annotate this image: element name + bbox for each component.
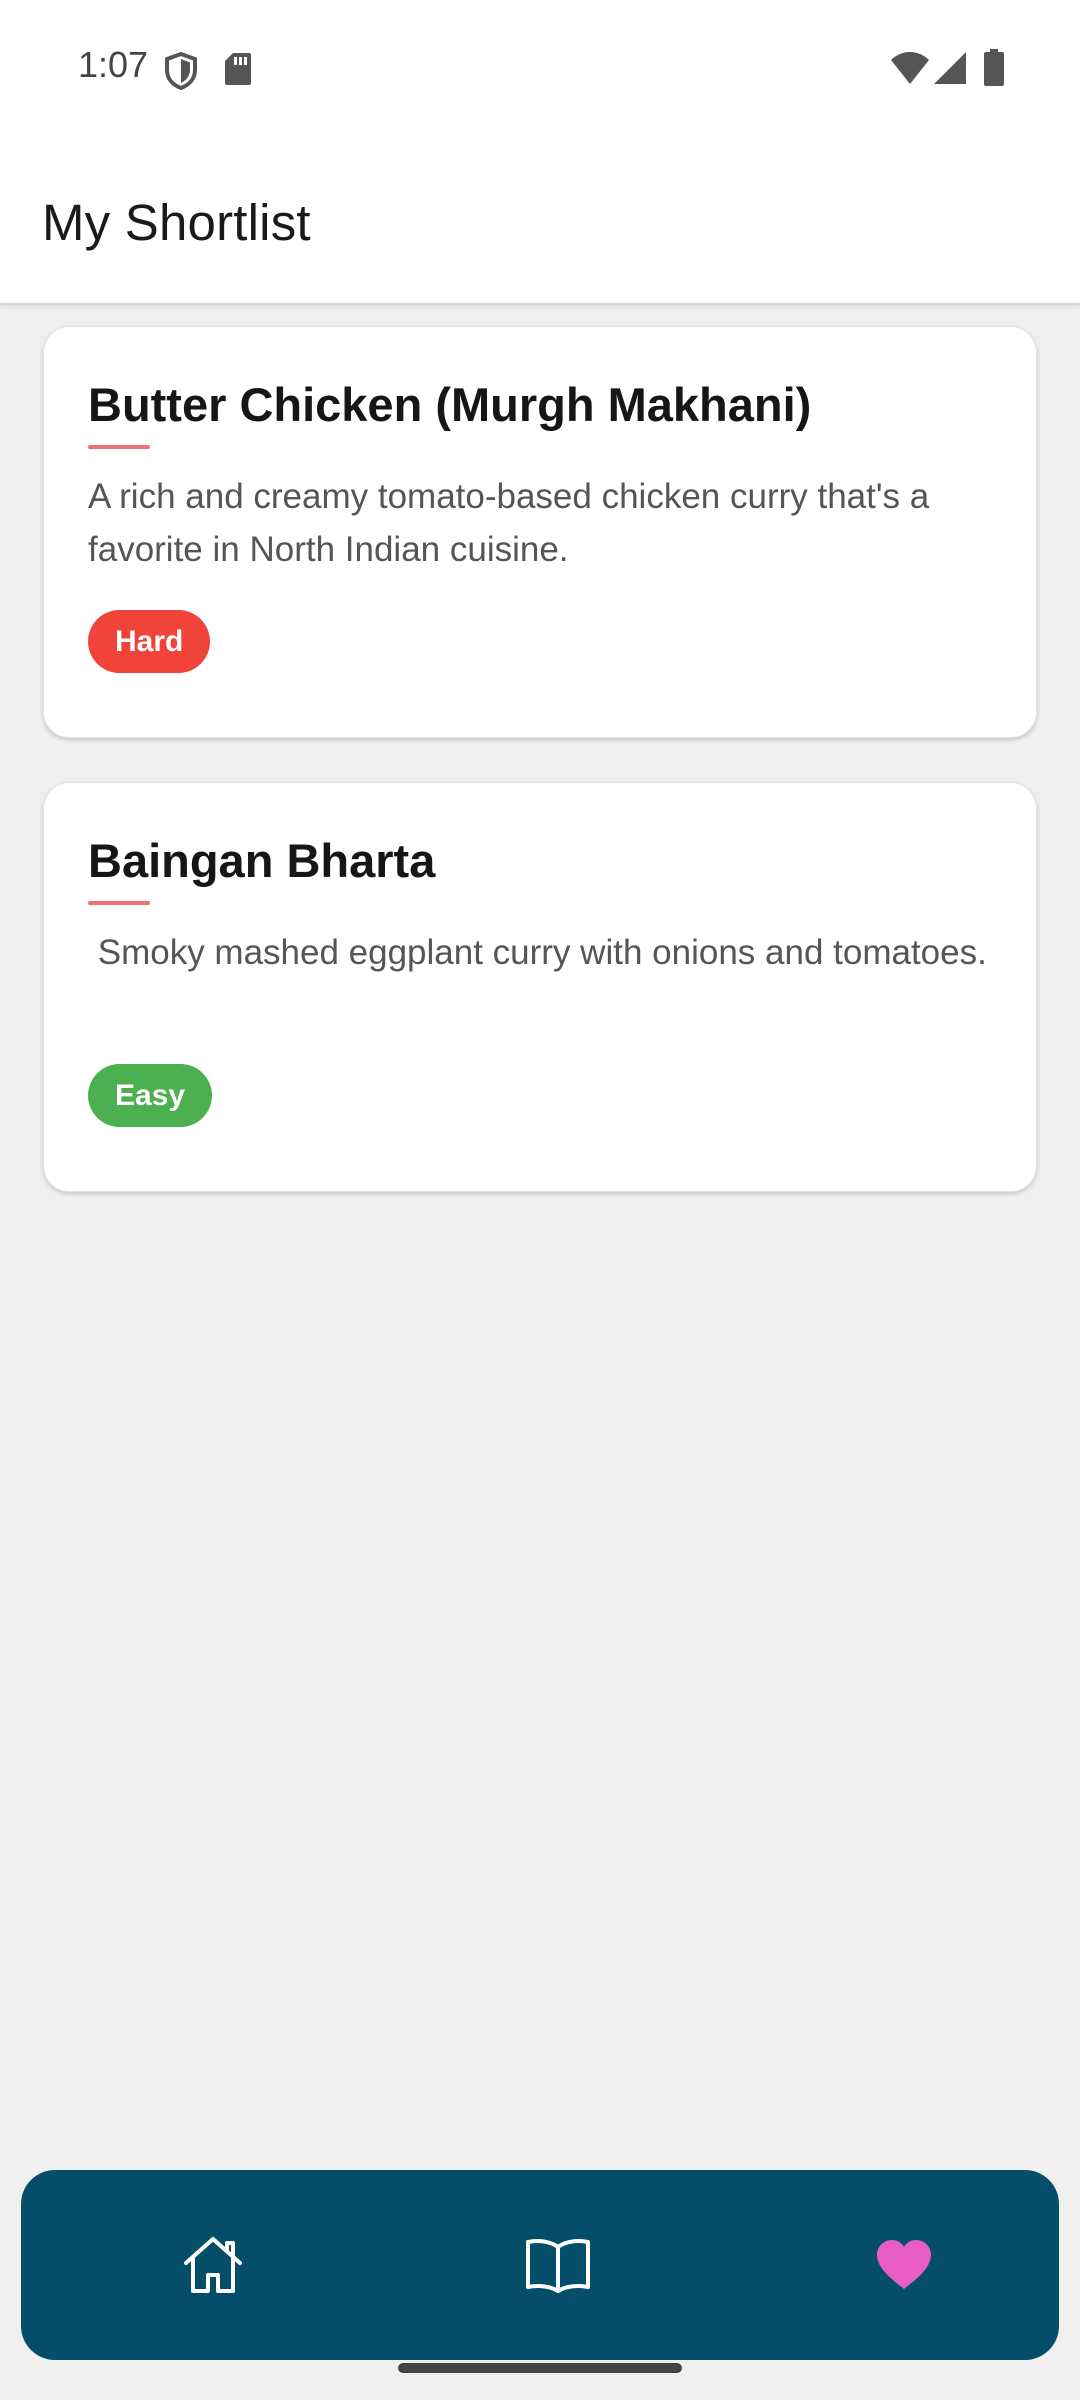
difficulty-badge: Hard [88, 610, 211, 673]
recipe-card[interactable]: Butter Chicken (Murgh Makhani) A rich an… [43, 326, 1037, 738]
recipe-title: Butter Chicken (Murgh Makhani) [88, 378, 812, 431]
heart-icon [877, 2240, 931, 2289]
status-time: 1:07 [78, 44, 149, 85]
recipe-description: Smoky mashed eggplant curry with onions … [88, 933, 987, 972]
recipe-card[interactable]: Baingan Bharta Smoky mashed eggplant cur… [43, 782, 1037, 1192]
shield-icon [164, 52, 198, 90]
battery-icon [983, 49, 1005, 87]
nav-item-home[interactable] [113, 2170, 313, 2360]
home-icon [184, 2237, 242, 2293]
sd-card-icon [224, 52, 252, 86]
wifi-icon [890, 51, 930, 85]
recipe-title: Baingan Bharta [88, 834, 436, 887]
recipe-description: A rich and creamy tomato-based chicken c… [88, 477, 939, 569]
status-bar: 1:07 [0, 0, 1080, 135]
difficulty-badge: Easy [88, 1064, 213, 1127]
signal-icon [933, 51, 967, 85]
title-underline [88, 445, 150, 449]
title-underline [88, 901, 150, 905]
book-icon [526, 2239, 590, 2293]
gesture-handle[interactable] [398, 2363, 682, 2373]
nav-item-recipes[interactable] [458, 2170, 658, 2360]
page-title: My Shortlist [42, 194, 311, 251]
app-bar: My Shortlist [0, 135, 1080, 305]
bottom-navigation [21, 2170, 1059, 2360]
nav-item-favorites[interactable] [804, 2170, 1004, 2360]
